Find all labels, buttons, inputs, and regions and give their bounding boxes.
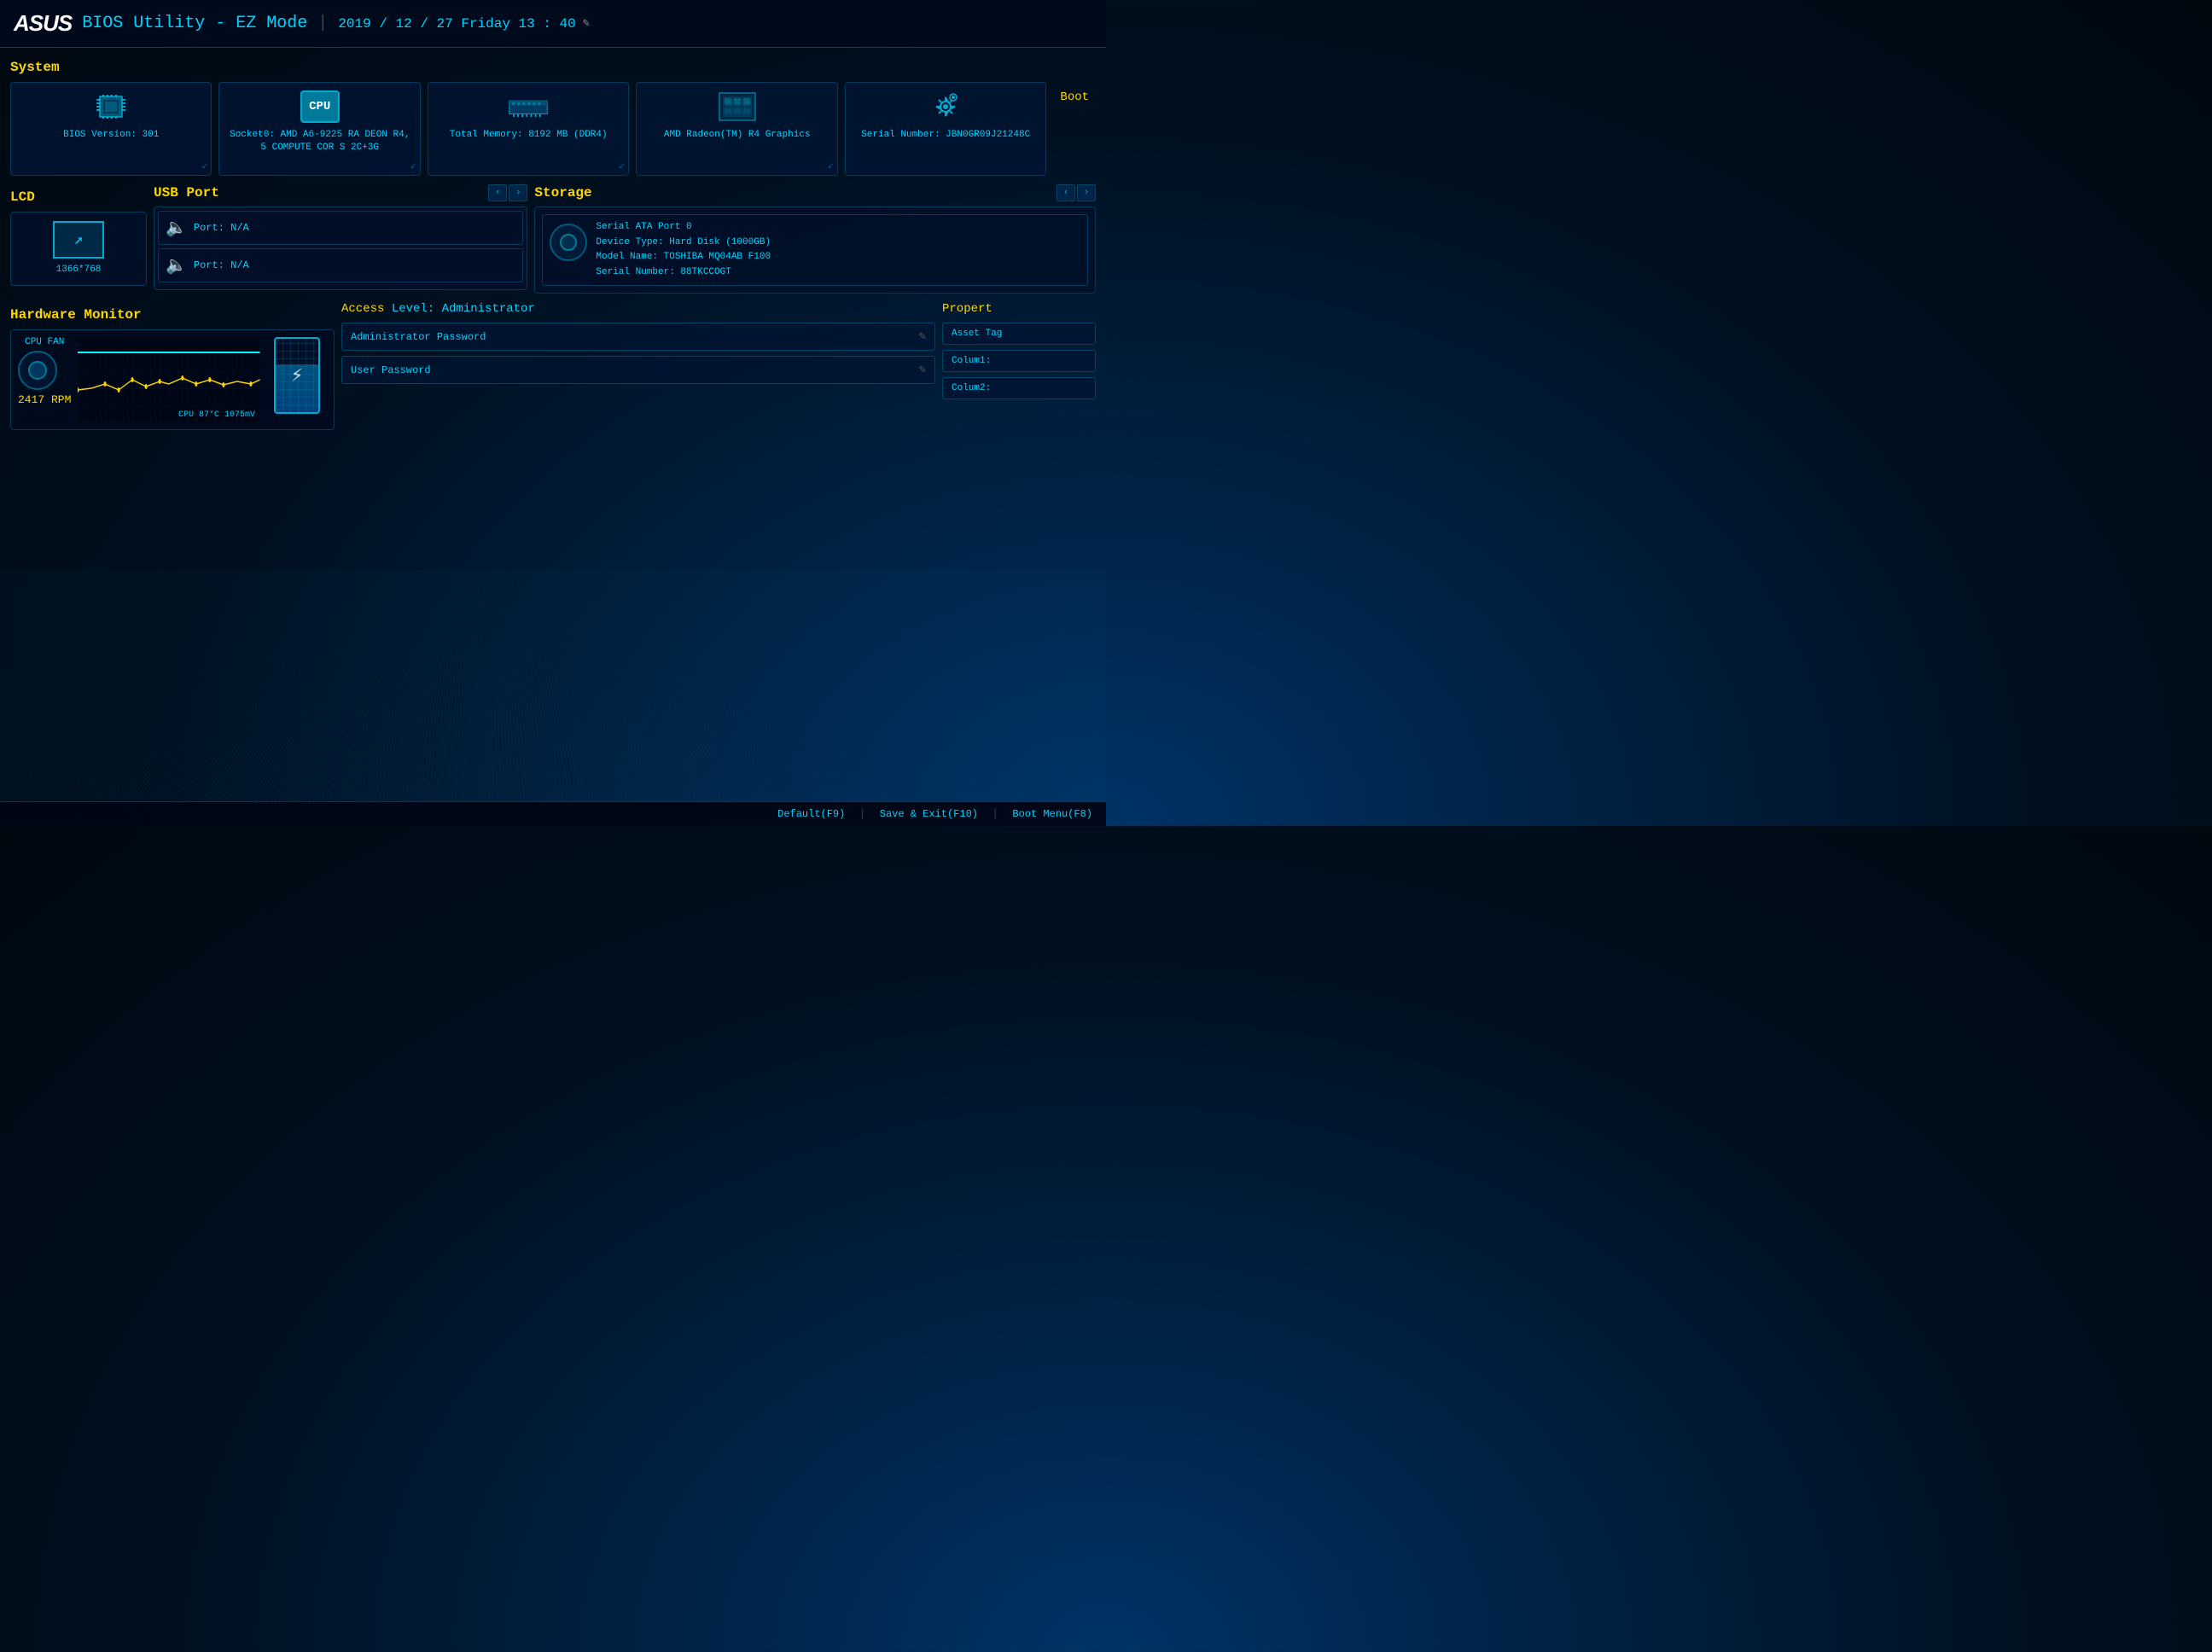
background-decoration — [0, 570, 1106, 826]
storage-next-arrow[interactable]: › — [1077, 184, 1096, 201]
bios-chip-icon — [90, 90, 131, 124]
access-level-label: Level: Administrator — [392, 302, 535, 316]
fan-icon — [18, 351, 57, 390]
cpu-chart: CPU 87°C 1075mV — [78, 337, 260, 422]
header-datetime: 2019 / 12 / 27 Friday 13 : 40 — [338, 16, 575, 32]
usb-port-2-label: Port: N/A — [194, 259, 249, 271]
user-password-edit-icon[interactable]: ✎ — [919, 363, 926, 377]
usb-section-title: USB Port — [154, 185, 219, 201]
header-divider: | — [317, 14, 328, 33]
serial-card[interactable]: Serial Number: JBN0GR09J21248C — [845, 82, 1046, 176]
hardware-monitor-section: Hardware Monitor CPU FAN 2417 RPM — [10, 302, 335, 430]
gpu-corner-icon: ↙ — [828, 159, 834, 172]
middle-row: LCD 1366*768 USB Port ‹ › 🔈 Port: N/A — [10, 184, 1096, 294]
user-password-label: User Password — [351, 364, 919, 376]
storage-port: Serial ATA Port 0 — [596, 220, 771, 236]
fan-label: CPU FAN — [18, 337, 71, 347]
storage-panel-header: Storage ‹ › — [534, 184, 1096, 201]
usb-icon-2: 🔈 — [166, 254, 187, 276]
lcd-section: LCD 1366*768 — [10, 184, 147, 294]
default-button[interactable]: Default(F9) — [777, 808, 845, 820]
usb-panel-header: USB Port ‹ › — [154, 184, 527, 201]
user-password-field[interactable]: User Password ✎ — [341, 356, 935, 384]
usb-next-arrow[interactable]: › — [509, 184, 527, 201]
bios-corner-icon: ↙ — [201, 159, 207, 172]
admin-password-label: Administrator Password — [351, 331, 919, 343]
battery-container: ⚡ — [267, 337, 327, 414]
usb-port-1: 🔈 Port: N/A — [158, 211, 523, 245]
gear-icon — [925, 90, 966, 124]
asus-logo: ASUS — [14, 10, 72, 37]
bios-card[interactable]: BIOS Version: 301 ↙ — [10, 82, 212, 176]
usb-section: USB Port ‹ › 🔈 Port: N/A 🔈 Port: N/A — [154, 184, 527, 294]
usb-port-2: 🔈 Port: N/A — [158, 248, 523, 282]
storage-prev-arrow[interactable]: ‹ — [1057, 184, 1075, 201]
header-title: BIOS Utility - EZ Mode — [82, 14, 307, 33]
storage-card: Serial ATA Port 0 Device Type: Hard Disk… — [542, 214, 1088, 286]
save-exit-button[interactable]: Save & Exit(F10) — [880, 808, 978, 820]
boot-label: Boot — [1053, 87, 1096, 108]
system-section-title: System — [10, 60, 1096, 75]
access-section: Access Level: Administrator Administrato… — [341, 302, 935, 430]
fan-inner-circle — [28, 361, 47, 380]
property-section: Propert Asset Tag Colum1: Colum2: — [942, 302, 1096, 430]
bottom-row: Hardware Monitor CPU FAN 2417 RPM — [10, 302, 1096, 430]
lcd-icon — [53, 221, 104, 259]
storage-serial: Serial Number: 88TKCCOGT — [596, 265, 771, 281]
access-title: Access Level: Administrator — [341, 302, 935, 316]
footer: Default(F9) | Save & Exit(F10) | Boot Me… — [0, 801, 1106, 826]
storage-panel: Serial ATA Port 0 Device Type: Hard Disk… — [534, 206, 1096, 294]
cpu-card[interactable]: CPU Socket0: AMD A6-9225 RA DEON R4, 5 C… — [218, 82, 420, 176]
column2-field[interactable]: Colum2: — [942, 377, 1096, 399]
ram-icon — [508, 90, 549, 124]
battery-icon: ⚡ — [274, 337, 320, 414]
gpu-text: AMD Radeon(TM) R4 Graphics — [664, 129, 811, 142]
usb-prev-arrow[interactable]: ‹ — [488, 184, 507, 201]
footer-divider-1: | — [859, 807, 865, 821]
gpu-icon — [717, 90, 758, 124]
header: ASUS BIOS Utility - EZ Mode | 2019 / 12 … — [0, 0, 1106, 48]
usb-icon-1: 🔈 — [166, 217, 187, 239]
gpu-card[interactable]: AMD Radeon(TM) R4 Graphics ↙ — [636, 82, 837, 176]
lcd-panel: 1366*768 — [10, 212, 147, 286]
lcd-resolution: 1366*768 — [56, 264, 102, 276]
fan-rpm: 2417 RPM — [18, 393, 71, 406]
usb-port-1-label: Port: N/A — [194, 222, 249, 234]
storage-info: Serial ATA Port 0 Device Type: Hard Disk… — [596, 220, 771, 280]
admin-password-field[interactable]: Administrator Password ✎ — [341, 323, 935, 351]
cpu-corner-icon: ↙ — [410, 159, 416, 172]
column1-field[interactable]: Colum1: — [942, 350, 1096, 372]
admin-password-edit-icon[interactable]: ✎ — [919, 329, 926, 344]
boot-menu-button[interactable]: Boot Menu(F8) — [1012, 808, 1092, 820]
fan-container: CPU FAN 2417 RPM — [18, 337, 71, 406]
storage-device-type: Device Type: Hard Disk (1000GB) — [596, 236, 771, 251]
cpu-text: Socket0: AMD A6-9225 RA DEON R4, 5 COMPU… — [228, 129, 410, 155]
serial-text: Serial Number: JBN0GR09J21248C — [861, 129, 1030, 142]
storage-nav-arrows: ‹ › — [1057, 184, 1096, 201]
cpu-icon: CPU — [300, 90, 341, 124]
hw-monitor-title: Hardware Monitor — [10, 307, 335, 323]
property-title: Propert — [942, 302, 1096, 316]
usb-nav-arrows: ‹ › — [488, 184, 527, 201]
ram-corner-icon: ↙ — [619, 159, 625, 172]
ram-card[interactable]: Total Memory: 8192 MB (DDR4) ↙ — [428, 82, 629, 176]
footer-divider-2: | — [992, 807, 998, 821]
hdd-inner — [560, 234, 577, 251]
storage-section-title: Storage — [534, 185, 591, 201]
access-label: Access — [341, 302, 384, 316]
ram-text: Total Memory: 8192 MB (DDR4) — [450, 129, 608, 142]
edit-datetime-icon[interactable]: ✎ — [583, 16, 590, 31]
hw-monitor-panel: CPU FAN 2417 RPM — [10, 329, 335, 430]
bios-version-text: BIOS Version: 301 — [63, 129, 159, 142]
asset-tag-field[interactable]: Asset Tag — [942, 323, 1096, 345]
lcd-section-title: LCD — [10, 189, 147, 205]
storage-section: Storage ‹ › Serial ATA Port 0 Device Typ… — [534, 184, 1096, 294]
cpu-chart-label: CPU 87°C 1075mV — [178, 410, 255, 420]
hdd-icon — [550, 224, 587, 261]
battery-bolt-icon: ⚡ — [291, 363, 303, 388]
usb-panel: 🔈 Port: N/A 🔈 Port: N/A — [154, 206, 527, 290]
main-content: System — [0, 48, 1106, 437]
system-cards-row: BIOS Version: 301 ↙ CPU Socket0: AMD A6-… — [10, 82, 1096, 176]
storage-model: Model Name: TOSHIBA MQ04AB F100 — [596, 250, 771, 265]
